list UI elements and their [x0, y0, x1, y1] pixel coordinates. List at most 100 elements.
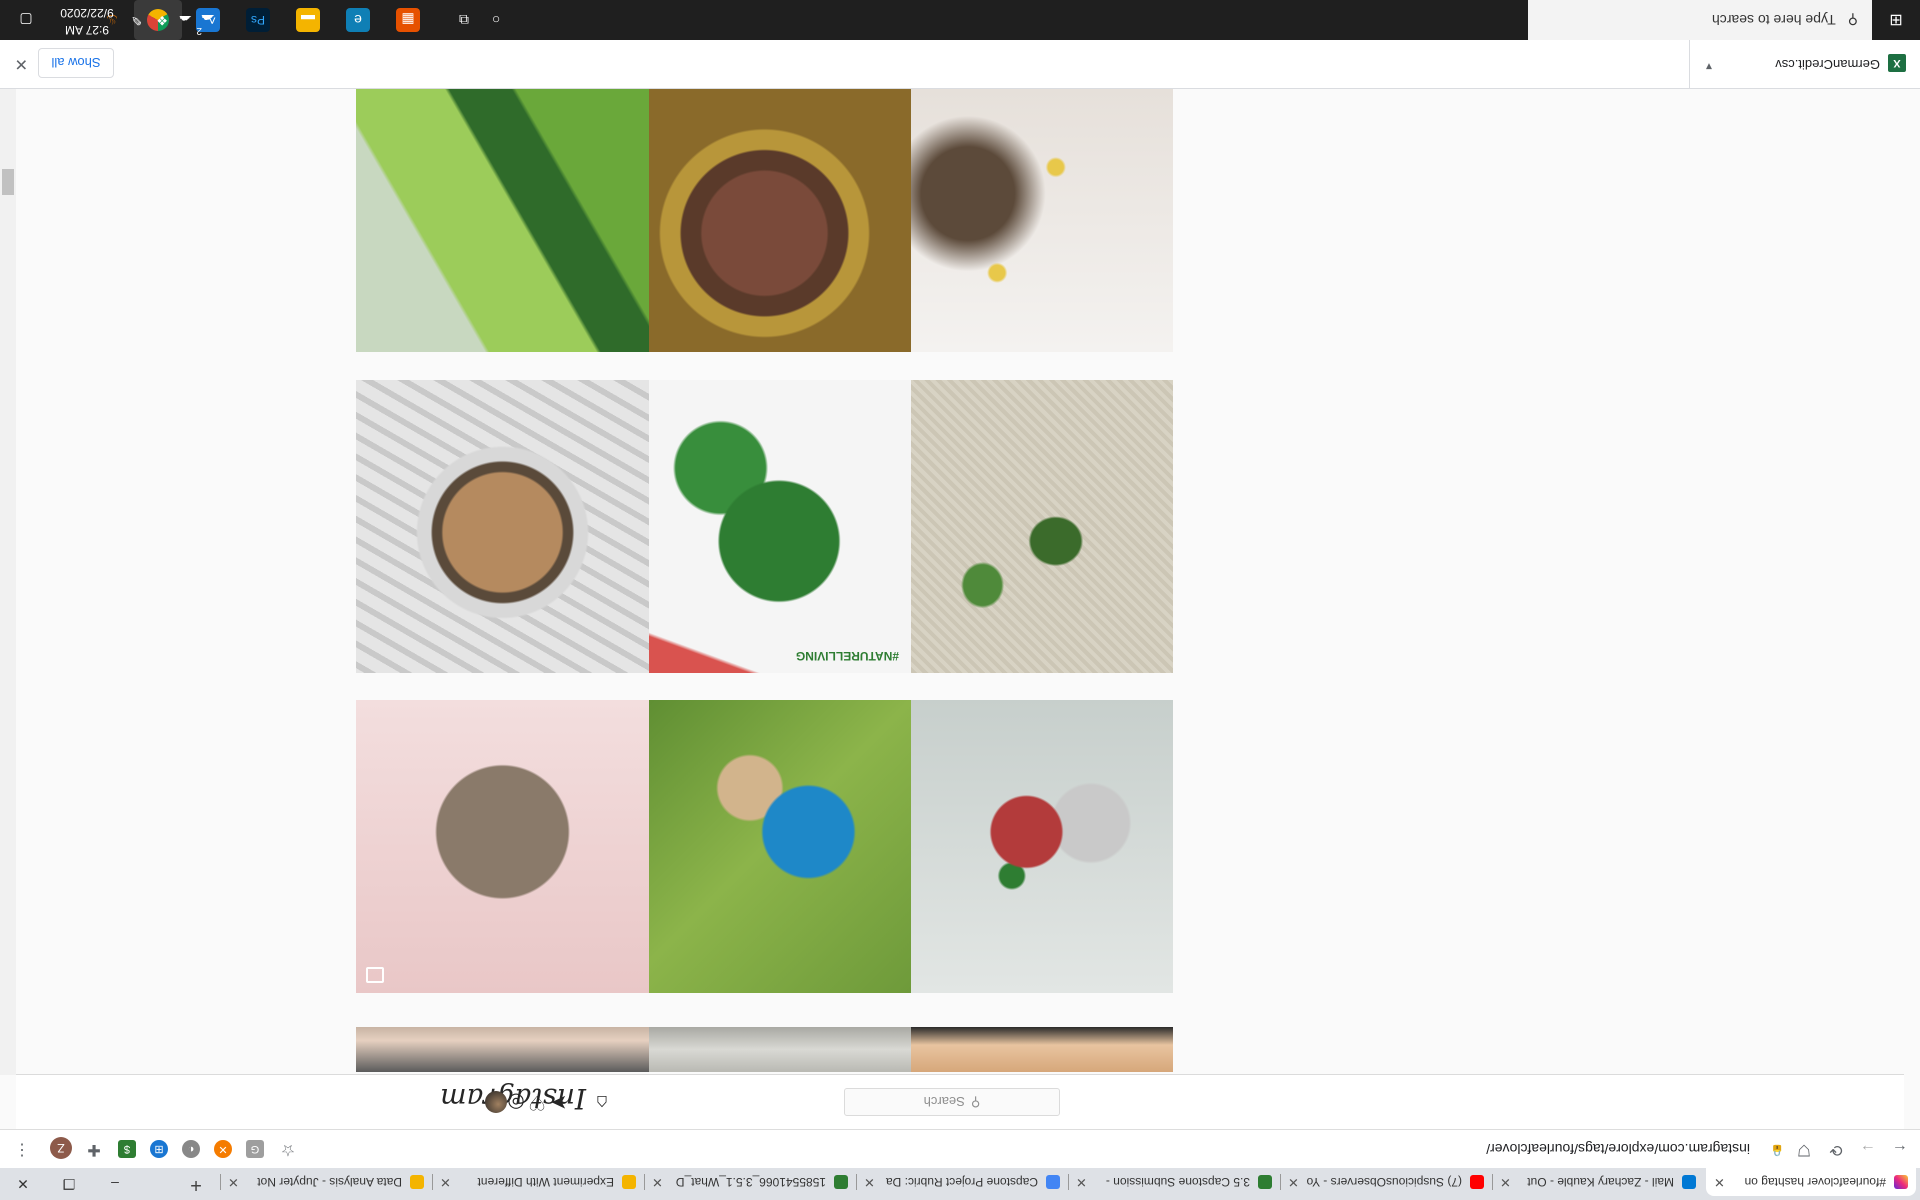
tab-label: 3.5 Capstone Submission -: [1105, 1175, 1250, 1189]
tab-close-icon[interactable]: ✕: [1288, 1174, 1299, 1190]
gray-extension-icon[interactable]: ◐: [182, 1140, 200, 1158]
youtube-favicon-icon: [1470, 1175, 1484, 1189]
docs-favicon-icon: [1046, 1175, 1060, 1189]
tab-label: 1585541066_3.5.1_What_D: [675, 1175, 826, 1189]
clover-earrings-photo[interactable]: [880, 700, 1173, 993]
tab-label: #fourleafclover hashtag on: [1744, 1175, 1886, 1189]
tab-separator: [644, 1174, 645, 1190]
dropbox-icon[interactable]: ❖: [152, 12, 168, 28]
tab-close-icon[interactable]: ✕: [1714, 1174, 1725, 1190]
tab-separator: [432, 1174, 433, 1190]
show-hidden-icons-chevron-icon[interactable]: ˄: [200, 12, 216, 28]
tab-strip: #fourleafclover hashtag on ✕ Mail - Zach…: [0, 1168, 1920, 1200]
tab-youtube[interactable]: (7) SuspiciousObservers - Yo ✕: [1280, 1168, 1492, 1196]
clock-time: 9:27 AM: [64, 23, 110, 37]
action-center-icon[interactable]: ▢: [8, 0, 44, 40]
tab-separator: [220, 1174, 221, 1190]
coffee-cup-photo[interactable]: [356, 380, 649, 673]
hand-photo[interactable]: [880, 1027, 1173, 1072]
tab-close-icon[interactable]: ✕: [652, 1174, 663, 1190]
grammarly-icon[interactable]: G: [246, 1140, 264, 1158]
carousel-icon: [366, 967, 384, 983]
instagram-header: Instagram ⚲ Search ⌂ ➤ ◎ ♡: [16, 1074, 1904, 1129]
tab-label: Capstone Project Rubric: Da: [885, 1175, 1038, 1189]
browser-menu-icon[interactable]: ⋮: [12, 1139, 32, 1159]
photo-caption: #NATURELLIVING: [795, 649, 899, 663]
tab-separator: [1280, 1174, 1281, 1190]
browser-toolbar: ← → ⟳ ⛉ 🔒 instagram.com/explore/tags/fou…: [0, 1129, 1920, 1168]
download-item[interactable]: X GermanCredit.csv ▾: [1689, 38, 1920, 88]
tab-capstone-rubric[interactable]: Capstone Project Rubric: Da ✕: [856, 1168, 1068, 1196]
restore-button[interactable]: ❐: [46, 1168, 92, 1200]
tab-label: Experiment With Different: [477, 1175, 615, 1189]
new-tab-button[interactable]: +: [182, 1172, 210, 1196]
tab-close-icon[interactable]: ✕: [864, 1174, 875, 1190]
bookmark-star-icon[interactable]: ☆: [278, 1139, 298, 1159]
scrollbar-thumb[interactable]: [2, 169, 14, 195]
resin-cube-photo[interactable]: [356, 700, 649, 993]
fingers-photo[interactable]: [356, 1027, 649, 1072]
profile-avatar[interactable]: [485, 1091, 507, 1113]
pen-icon[interactable]: ✎: [126, 12, 142, 28]
tab-instagram[interactable]: #fourleafclover hashtag on ✕: [1706, 1168, 1916, 1196]
tab-separator: [1068, 1174, 1069, 1190]
blue-extension-icon[interactable]: ⊞: [150, 1140, 168, 1158]
onedrive-icon[interactable]: ☁: [176, 12, 192, 28]
puzzle-icon[interactable]: ✚: [84, 1139, 104, 1159]
dollar-extension-icon[interactable]: $: [118, 1140, 136, 1158]
lock-icon: 🔒: [1770, 1144, 1784, 1156]
profile-avatar[interactable]: Z: [50, 1137, 72, 1159]
back-icon[interactable]: ←: [1890, 1139, 1910, 1159]
home-icon[interactable]: ⌂: [590, 1090, 614, 1114]
tab-close-icon[interactable]: ✕: [440, 1174, 451, 1190]
heart-icon[interactable]: ♡: [525, 1090, 549, 1114]
course-favicon-icon: [834, 1175, 848, 1189]
orange-extension-icon[interactable]: ✕: [214, 1140, 232, 1158]
tab-capstone-submission[interactable]: 3.5 Capstone Submission - ✕: [1068, 1168, 1280, 1196]
four-leaf-clover-photo[interactable]: #NATURELLIVING: [618, 380, 911, 673]
minimize-button[interactable]: –: [92, 1168, 138, 1200]
chevron-down-icon[interactable]: ▾: [1706, 60, 1712, 74]
tab-close-icon[interactable]: ✕: [1076, 1174, 1087, 1190]
clock-date: 9/22/2020: [60, 6, 114, 20]
tab-label: Mail - Zachary Kauble - Out: [1527, 1175, 1674, 1189]
clover-pendant-photo[interactable]: [880, 380, 1173, 673]
stars-sketch-photo[interactable]: [880, 88, 1173, 352]
system-tray-region: ▢ 9:27 AM 9/22/2020 ✎ ❖ ☁ ˄: [0, 0, 1920, 40]
tab-close-icon[interactable]: ✕: [1500, 1174, 1511, 1190]
tab-what-document[interactable]: 1585541066_3.5.1_What_D ✕: [644, 1168, 856, 1196]
taskbar-clock[interactable]: 9:27 AM 9/22/2020: [52, 2, 122, 38]
search-input[interactable]: ⚲ Search: [844, 1088, 1060, 1116]
show-all-button[interactable]: Show all: [38, 48, 114, 78]
download-file-name: GermanCredit.csv: [1775, 57, 1880, 72]
jupyter-favicon-icon: [410, 1175, 424, 1189]
course-favicon-icon: [1258, 1175, 1272, 1189]
tab-outlook-mail[interactable]: Mail - Zachary Kauble - Out ✕: [1492, 1168, 1704, 1196]
tab-close-icon[interactable]: ✕: [228, 1174, 239, 1190]
jupyter-favicon-icon: [622, 1175, 636, 1189]
forward-icon[interactable]: →: [1858, 1139, 1878, 1159]
framed-etching-photo[interactable]: [618, 88, 911, 352]
search-placeholder: Search: [923, 1094, 965, 1110]
shield-icon[interactable]: ⛉: [1794, 1139, 1814, 1159]
close-shelf-icon[interactable]: ✕: [15, 54, 28, 74]
page-scrollbar[interactable]: [0, 64, 16, 1075]
wood-plank-photo[interactable]: [618, 1027, 911, 1072]
url-text: instagram.com/explore/tags/fourleafclove…: [1486, 1141, 1750, 1157]
outlook-favicon-icon: [1682, 1175, 1696, 1189]
tab-label: Data Analysis - Jupyter Not: [257, 1175, 402, 1189]
instagram-favicon-icon: [1894, 1175, 1908, 1189]
address-bar[interactable]: 🔒 instagram.com/explore/tags/fourleafclo…: [304, 1134, 1784, 1164]
tab-separator: [856, 1174, 857, 1190]
download-shelf: X GermanCredit.csv ▾ Show all ✕: [0, 38, 1920, 89]
child-on-grass-photo[interactable]: [618, 700, 911, 993]
search-icon: ⚲: [970, 1095, 981, 1110]
direct-icon[interactable]: ➤: [547, 1090, 571, 1114]
leaf-photo[interactable]: [356, 88, 649, 352]
tab-separator: [1492, 1174, 1493, 1190]
reload-icon[interactable]: ⟳: [1826, 1139, 1846, 1159]
close-window-button[interactable]: ✕: [0, 1168, 46, 1200]
tab-experiment[interactable]: Experiment With Different ✕: [432, 1168, 644, 1196]
tab-jupyter[interactable]: Data Analysis - Jupyter Not ✕: [220, 1168, 432, 1196]
excel-file-icon: X: [1888, 54, 1906, 72]
